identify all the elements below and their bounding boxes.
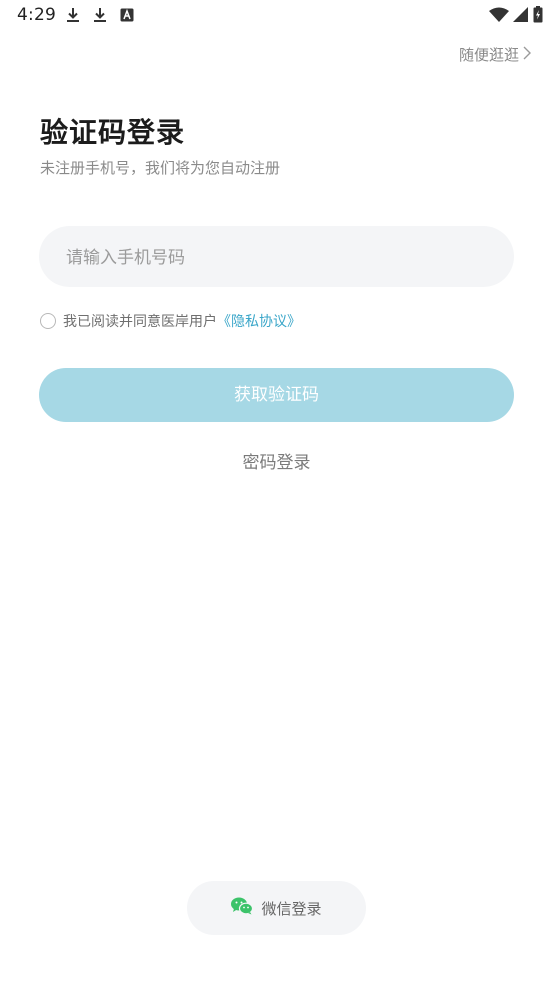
wechat-login-label: 微信登录 — [261, 899, 322, 918]
download-icon — [93, 7, 107, 27]
status-bar: 4:29 — [0, 0, 553, 30]
signal-icon — [513, 6, 529, 27]
page-title: 验证码登录 — [40, 116, 186, 149]
privacy-policy-link[interactable]: 《隐私协议》 — [217, 311, 301, 331]
agreement-checkbox[interactable] — [40, 313, 56, 329]
wechat-icon — [231, 897, 254, 919]
agreement-row: 我已阅读并同意医岸用户 《隐私协议》 — [40, 311, 301, 331]
get-verification-code-button[interactable]: 获取验证码 — [39, 368, 514, 422]
wechat-login-button[interactable]: 微信登录 — [187, 881, 366, 935]
phone-input-container — [39, 226, 514, 289]
download-icon — [66, 7, 80, 27]
password-login-row: 密码登录 — [0, 448, 553, 473]
password-login-link[interactable]: 密码登录 — [243, 453, 311, 473]
status-right-group — [489, 6, 543, 27]
agreement-text: 我已阅读并同意医岸用户 — [63, 314, 217, 330]
phone-input[interactable] — [64, 226, 498, 289]
page-subtitle: 未注册手机号，我们将为您自动注册 — [40, 159, 281, 177]
skip-browse-link[interactable]: 随便逛逛 — [459, 44, 531, 65]
wifi-icon — [489, 7, 509, 27]
a-notification-icon — [120, 7, 134, 26]
login-page: 4:29 随便逛逛 验证码登录 未注册手机号，我们将为您自动注册 请输入手机号码… — [0, 0, 553, 984]
battery-charging-icon — [533, 6, 543, 27]
skip-label: 随便逛逛 — [458, 46, 519, 64]
status-time: 4:29 — [17, 5, 56, 25]
chevron-right-icon — [523, 46, 531, 64]
